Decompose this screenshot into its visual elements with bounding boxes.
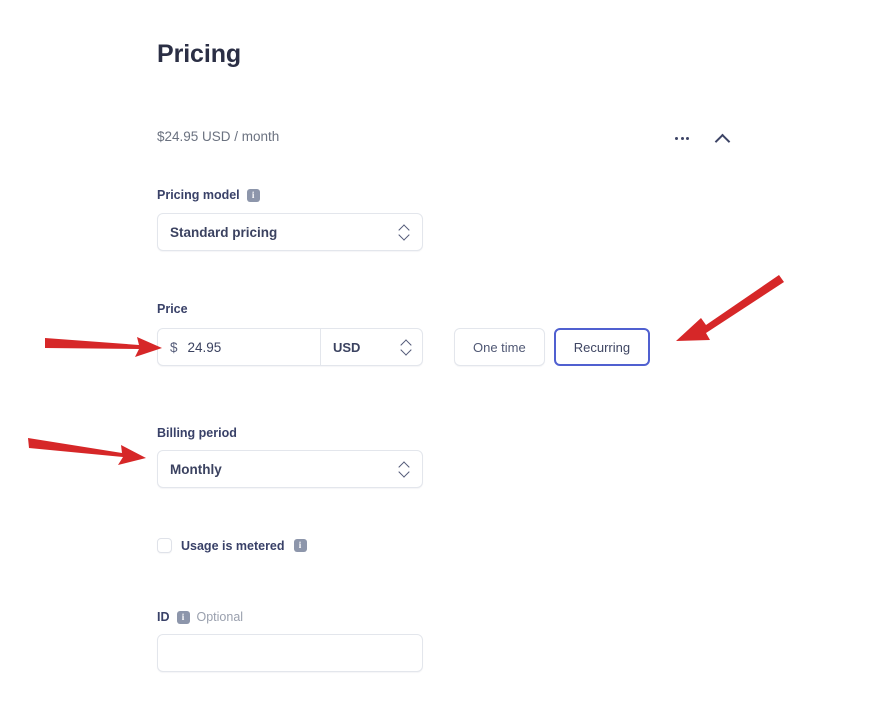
currency-selected-value: USD <box>333 339 361 355</box>
one-time-button[interactable]: One time <box>454 328 545 366</box>
price-value: 24.95 <box>187 339 222 355</box>
annotation-arrow-layer <box>28 275 784 465</box>
row-actions <box>669 125 749 151</box>
id-optional-text: Optional <box>196 610 244 624</box>
usage-metered-row: Usage is metered i <box>157 538 307 553</box>
chevron-up-icon <box>716 132 729 145</box>
id-label: ID i Optional <box>157 610 243 624</box>
pricing-model-label: Pricing model i <box>157 188 260 202</box>
pricing-summary-text: $24.95 USD / month <box>157 129 280 144</box>
arrow-to-price-field <box>45 337 162 357</box>
pricing-model-info-icon[interactable]: i <box>246 188 260 202</box>
pricing-model-label-text: Pricing model <box>157 188 240 202</box>
ellipsis-icon <box>675 136 689 140</box>
billing-period-selected-value: Monthly <box>170 461 222 477</box>
chevron-updown-icon <box>401 340 412 355</box>
pricing-model-selected-value: Standard pricing <box>170 224 278 240</box>
chevron-updown-icon <box>399 225 410 240</box>
usage-metered-info-icon[interactable]: i <box>293 539 307 552</box>
id-input[interactable] <box>157 634 423 672</box>
pricing-summary-row: $24.95 USD / month <box>157 129 717 151</box>
usage-metered-checkbox[interactable] <box>157 538 172 553</box>
chevron-updown-icon <box>399 462 410 477</box>
price-field-group: $ 24.95 USD <box>157 328 423 366</box>
arrow-to-recurring-button <box>676 275 784 341</box>
page-title: Pricing <box>157 40 242 68</box>
usage-metered-label: Usage is metered <box>181 538 285 553</box>
price-label-text: Price <box>157 302 188 316</box>
pricing-model-select[interactable]: Standard pricing <box>157 213 423 251</box>
charge-type-toggle-group: One time Recurring <box>454 328 651 366</box>
id-info-icon[interactable]: i <box>176 610 190 624</box>
id-label-text: ID <box>157 610 170 624</box>
currency-select[interactable]: USD <box>320 329 422 365</box>
recurring-button[interactable]: Recurring <box>553 328 651 366</box>
price-label: Price <box>157 302 188 316</box>
arrow-to-billing-period <box>28 438 146 465</box>
price-input[interactable]: $ 24.95 <box>158 329 320 365</box>
billing-period-label-text: Billing period <box>157 426 237 440</box>
collapse-section-button[interactable] <box>709 125 735 151</box>
currency-symbol: $ <box>170 339 178 355</box>
billing-period-select[interactable]: Monthly <box>157 450 423 488</box>
billing-period-label: Billing period <box>157 426 237 440</box>
more-options-button[interactable] <box>669 125 695 151</box>
